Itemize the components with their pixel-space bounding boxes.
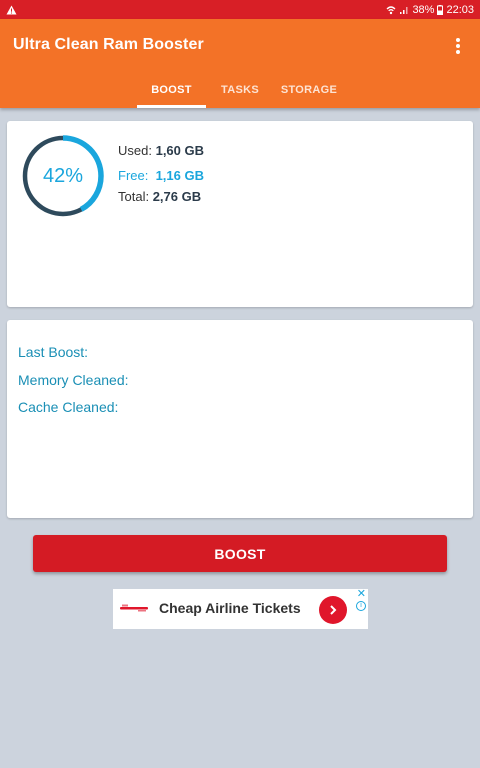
ad-logo-icon — [120, 604, 148, 612]
tab-storage[interactable]: STORAGE — [278, 79, 340, 108]
wifi-icon — [386, 5, 396, 15]
tab-tasks[interactable]: TASKS — [214, 79, 266, 108]
boost-history-card: Last Boost: Memory Cleaned: Cache Cleane… — [7, 320, 473, 518]
cache-cleaned-label: Cache Cleaned: — [18, 399, 119, 415]
chevron-right-icon[interactable] — [319, 596, 347, 624]
ram-percent-label: 42% — [42, 164, 84, 187]
battery-icon — [437, 4, 444, 15]
ad-banner[interactable]: Cheap Airline Tickets ✕ i — [113, 589, 368, 629]
status-bar: 38% 22:03 — [0, 0, 480, 19]
free-value: 1,16 GB — [155, 168, 204, 183]
last-boost-label: Last Boost: — [18, 344, 89, 360]
total-label: Total: — [118, 189, 150, 204]
warning-icon — [6, 5, 17, 15]
free-label: Free: — [118, 168, 149, 183]
app-toolbar: Ultra Clean Ram Booster BOOST TASKS STOR… — [0, 19, 480, 108]
ad-text[interactable]: Cheap Airline Tickets — [159, 600, 301, 616]
clock: 22:03 — [446, 3, 474, 16]
overflow-menu-icon[interactable] — [450, 37, 466, 55]
battery-percent: 38% — [412, 3, 435, 16]
used-value: 1,60 GB — [155, 143, 205, 158]
ad-close-icon[interactable]: ✕ — [357, 589, 366, 600]
ram-usage-card: 42% Used: 1,60 GB Free: 1,16 GB Total: 2… — [7, 121, 473, 307]
tab-bar: BOOST TASKS STORAGE — [0, 79, 480, 108]
used-stat: Used: 1,60 GB — [118, 143, 204, 158]
signal-icon — [399, 5, 409, 15]
used-label: Used: — [118, 143, 152, 158]
ad-info-icon[interactable]: i — [356, 601, 366, 611]
boost-button[interactable]: BOOST — [33, 535, 447, 572]
free-stat: Free: 1,16 GB — [118, 168, 204, 183]
tab-boost[interactable]: BOOST — [137, 79, 206, 108]
memory-cleaned-label: Memory Cleaned: — [18, 372, 129, 388]
total-stat: Total: 2,76 GB — [118, 189, 201, 204]
app-title: Ultra Clean Ram Booster — [13, 36, 204, 53]
total-value: 2,76 GB — [152, 189, 202, 204]
